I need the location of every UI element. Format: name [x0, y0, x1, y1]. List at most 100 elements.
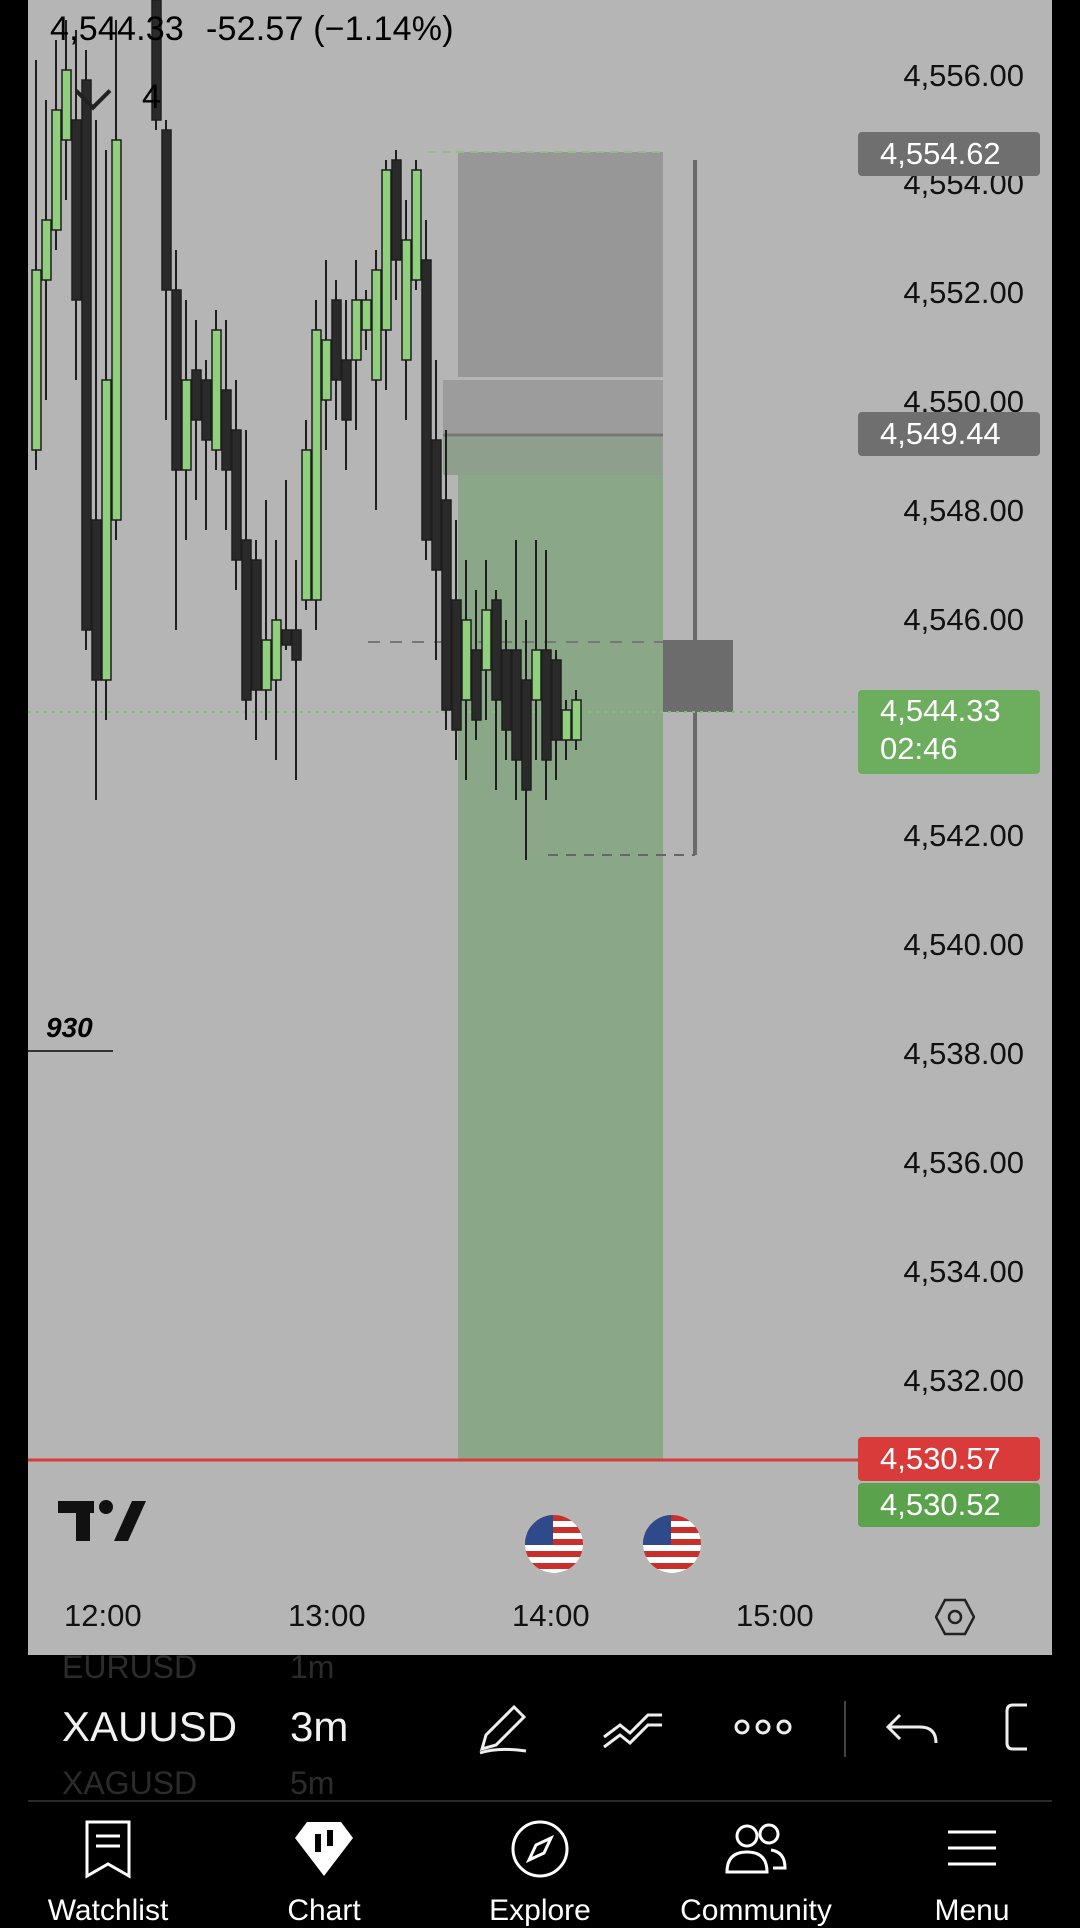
candle-down	[521, 679, 532, 791]
candle-up	[321, 339, 332, 401]
axis-tick: 4,556.00	[903, 58, 1024, 93]
chevron-down-icon[interactable]	[74, 73, 112, 110]
candle-up	[351, 299, 362, 361]
nav-explore-label: Explore	[489, 1894, 591, 1927]
current-price-tag: 4,544.33 02:46	[858, 690, 1040, 774]
candle-down	[511, 649, 522, 761]
nav-menu[interactable]: Menu	[872, 1802, 1072, 1927]
candle-up	[211, 329, 222, 451]
tradingview-logo	[58, 1500, 146, 1541]
candle-down	[231, 429, 242, 561]
entry-band	[443, 435, 663, 475]
price-level-line	[28, 1050, 113, 1052]
axis-tick: 4,540.00	[903, 927, 1024, 962]
candle-down	[171, 289, 182, 471]
undo-icon[interactable]	[878, 1697, 948, 1757]
candle-down	[281, 629, 292, 646]
candle-down	[161, 129, 172, 291]
candle-down	[291, 629, 302, 661]
symbol-selector[interactable]: XAUUSD	[62, 1703, 237, 1751]
candle-up	[61, 69, 72, 141]
axis-tick: 4,534.00	[903, 1254, 1024, 1289]
nav-explore[interactable]: Explore	[440, 1802, 640, 1927]
axis-tick: 4,536.00	[903, 1145, 1024, 1180]
stop-price-tag: 4,530.57	[858, 1437, 1040, 1481]
candle-up	[101, 379, 112, 681]
us-flag-icon[interactable]	[522, 1512, 586, 1576]
nav-chart[interactable]: Chart	[224, 1802, 424, 1927]
candle-down	[241, 539, 252, 701]
chart-icon	[295, 1822, 353, 1876]
candle-up	[261, 639, 272, 691]
current-price: 4,544.33	[880, 693, 1001, 728]
time-tick: 15:00	[736, 1598, 814, 1633]
nav-chart-label: Chart	[287, 1894, 361, 1927]
candle-down	[421, 259, 432, 541]
price-chart[interactable]	[28, 0, 1052, 1655]
prev-interval: 1m	[290, 1649, 335, 1685]
candle-down	[91, 519, 102, 681]
candle-up	[301, 449, 312, 601]
candle-down	[191, 369, 202, 421]
candle-up	[51, 109, 62, 231]
bottom-navigation: Watchlist Chart Explore Community Menu	[0, 1802, 1080, 1927]
community-icon	[725, 1823, 787, 1874]
axis-tick: 4,548.00	[903, 493, 1024, 528]
time-tick: 12:00	[64, 1598, 142, 1633]
fullscreen-icon[interactable]	[993, 1697, 1045, 1757]
bar-countdown: 02:46	[880, 731, 958, 766]
candle-up	[411, 169, 422, 281]
candle-up	[41, 219, 52, 281]
indicator-count: 4	[142, 78, 161, 116]
candle-down	[71, 119, 82, 301]
candle-down	[201, 379, 212, 441]
nav-watchlist[interactable]: Watchlist	[8, 1802, 208, 1927]
candle-up	[311, 329, 322, 601]
loss-zone	[458, 152, 663, 377]
candle-up	[571, 699, 582, 741]
price-header: 4,544.33 -52.57 (−1.14%)	[50, 10, 476, 49]
axis-tick: 4,538.00	[903, 1036, 1024, 1071]
candle-down	[391, 159, 402, 261]
nav-community[interactable]: Community	[656, 1802, 856, 1927]
candle-up	[561, 709, 572, 741]
candle-up	[381, 169, 392, 331]
measurement-handle	[663, 640, 733, 712]
interval-selector[interactable]: 3m	[290, 1703, 348, 1751]
nav-community-label: Community	[680, 1894, 832, 1927]
more-icon[interactable]	[728, 1697, 798, 1757]
pencil-icon[interactable]	[468, 1697, 538, 1757]
last-price: 4,544.33	[50, 10, 184, 48]
candle-down	[341, 359, 352, 421]
axis-tick: 4,552.00	[903, 275, 1024, 310]
nav-watchlist-label: Watchlist	[47, 1894, 169, 1927]
candle-down	[551, 659, 562, 741]
menu-icon	[948, 1830, 996, 1866]
symbol-toolbar: EURUSD 1m XAUUSD 3m XAGUSD 5m	[28, 1649, 1052, 1801]
settings-hexagon-icon[interactable]	[935, 1597, 975, 1637]
candle-up	[401, 239, 412, 361]
candle-up	[531, 649, 542, 701]
axis-tick: 4,546.00	[903, 602, 1024, 637]
candle-up	[361, 299, 372, 331]
us-flag-icon[interactable]	[640, 1512, 704, 1576]
candle-down	[441, 499, 452, 711]
candle-up	[271, 619, 282, 681]
next-interval: 5m	[290, 1765, 335, 1801]
prev-symbol: EURUSD	[62, 1649, 198, 1685]
nav-menu-label: Menu	[934, 1894, 1010, 1927]
candle-up	[111, 139, 122, 521]
explore-icon	[511, 1820, 569, 1878]
drawing-tools-icon[interactable]	[598, 1697, 668, 1757]
candle-down	[491, 599, 502, 701]
chart-area[interactable]: 4,544.33 -52.57 (−1.14%) 4 930 4,556.00 4…	[28, 0, 1052, 1655]
candle-up	[31, 269, 42, 451]
candle-down	[451, 599, 462, 731]
indicators-toggle[interactable]: 4	[74, 73, 161, 117]
candle-down	[221, 389, 232, 471]
candle-up	[371, 269, 382, 381]
bid-price-tag: 4,530.52	[858, 1483, 1040, 1527]
candle-down	[501, 649, 512, 731]
toolbar-divider	[844, 1701, 846, 1757]
loss-zone-lower	[443, 380, 663, 435]
